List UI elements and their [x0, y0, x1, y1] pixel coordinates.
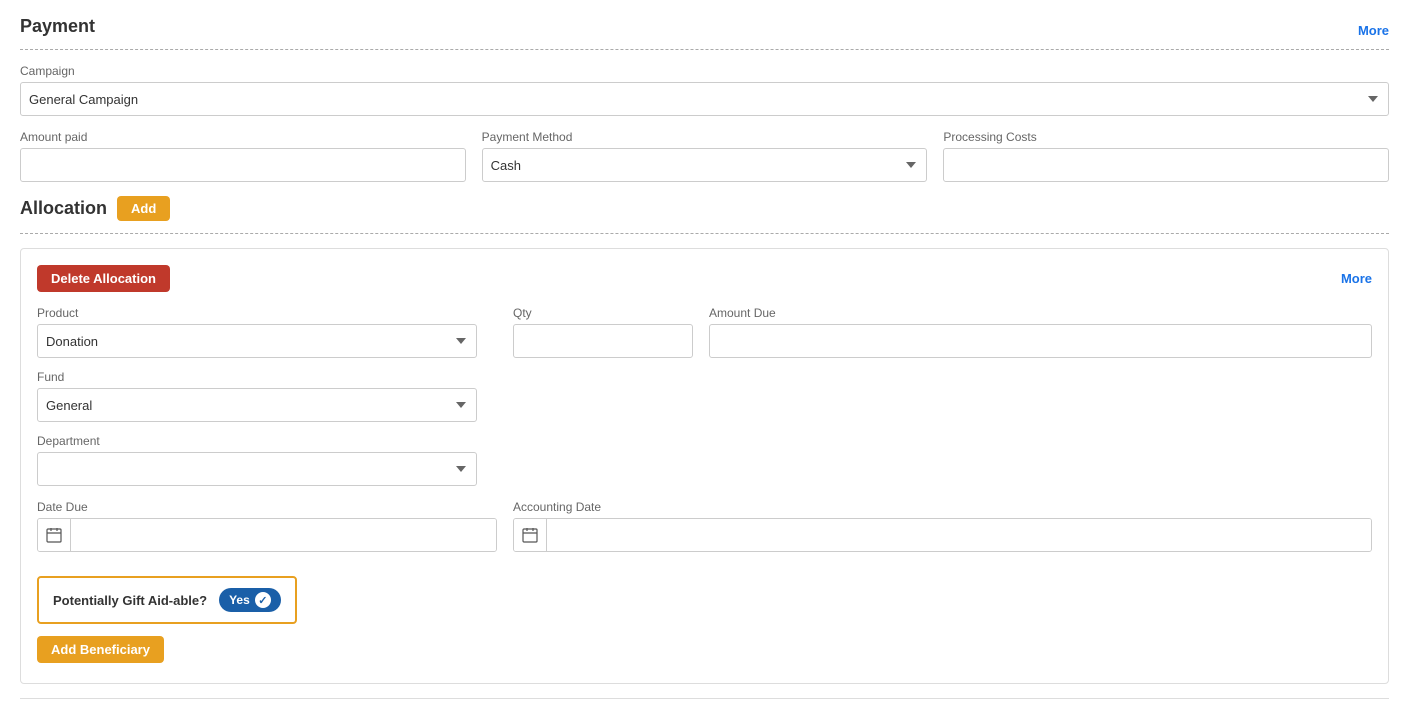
date-due-field: 02/12/2019 [37, 518, 497, 552]
qty-label: Qty [513, 306, 693, 320]
add-beneficiary-button[interactable]: Add Beneficiary [37, 636, 164, 663]
allocation-more-link[interactable]: More [1341, 271, 1372, 286]
amount-paid-input[interactable]: 10.00 [20, 148, 466, 182]
payment-method-label: Payment Method [482, 130, 928, 144]
checkmark-icon: ✓ [255, 592, 271, 608]
product-select[interactable]: Donation Membership [37, 324, 477, 358]
payment-more-link[interactable]: More [1358, 23, 1389, 38]
fund-label: Fund [37, 370, 497, 384]
delete-allocation-button[interactable]: Delete Allocation [37, 265, 170, 292]
amount-due-label: Amount Due [709, 306, 1372, 320]
accounting-date-field: 02/01/2020 [513, 518, 1372, 552]
processing-costs-label: Processing Costs [943, 130, 1389, 144]
accounting-date-input[interactable]: 02/01/2020 [547, 519, 1371, 551]
fund-select[interactable]: General Special Reserve [37, 388, 477, 422]
payment-method-select[interactable]: Cash Credit Card Check [482, 148, 928, 182]
accounting-date-label: Accounting Date [513, 500, 1372, 514]
qty-input[interactable]: 1 [513, 324, 693, 358]
add-button[interactable]: Add [117, 196, 170, 221]
date-due-calendar-icon[interactable] [38, 519, 71, 551]
department-label: Department [37, 434, 497, 448]
campaign-select[interactable]: General Campaign Other Campaign [20, 82, 1389, 116]
amount-paid-label: Amount paid [20, 130, 466, 144]
gift-aid-toggle[interactable]: Yes ✓ [219, 588, 281, 612]
gift-aid-label: Potentially Gift Aid-able? [53, 593, 207, 608]
processing-costs-input[interactable] [943, 148, 1389, 182]
campaign-label: Campaign [20, 64, 1389, 78]
allocation-title: Allocation [20, 198, 107, 219]
department-select[interactable]: Admin Programs [37, 452, 477, 486]
date-due-input[interactable]: 02/12/2019 [71, 519, 496, 551]
gift-aid-container: Potentially Gift Aid-able? Yes ✓ [37, 576, 297, 624]
payment-title: Payment [20, 16, 95, 37]
gift-aid-yes-label: Yes [229, 593, 250, 607]
accounting-date-calendar-icon[interactable] [514, 519, 547, 551]
product-label: Product [37, 306, 497, 320]
date-due-label: Date Due [37, 500, 497, 514]
amount-due-input[interactable]: 10.00 [709, 324, 1372, 358]
